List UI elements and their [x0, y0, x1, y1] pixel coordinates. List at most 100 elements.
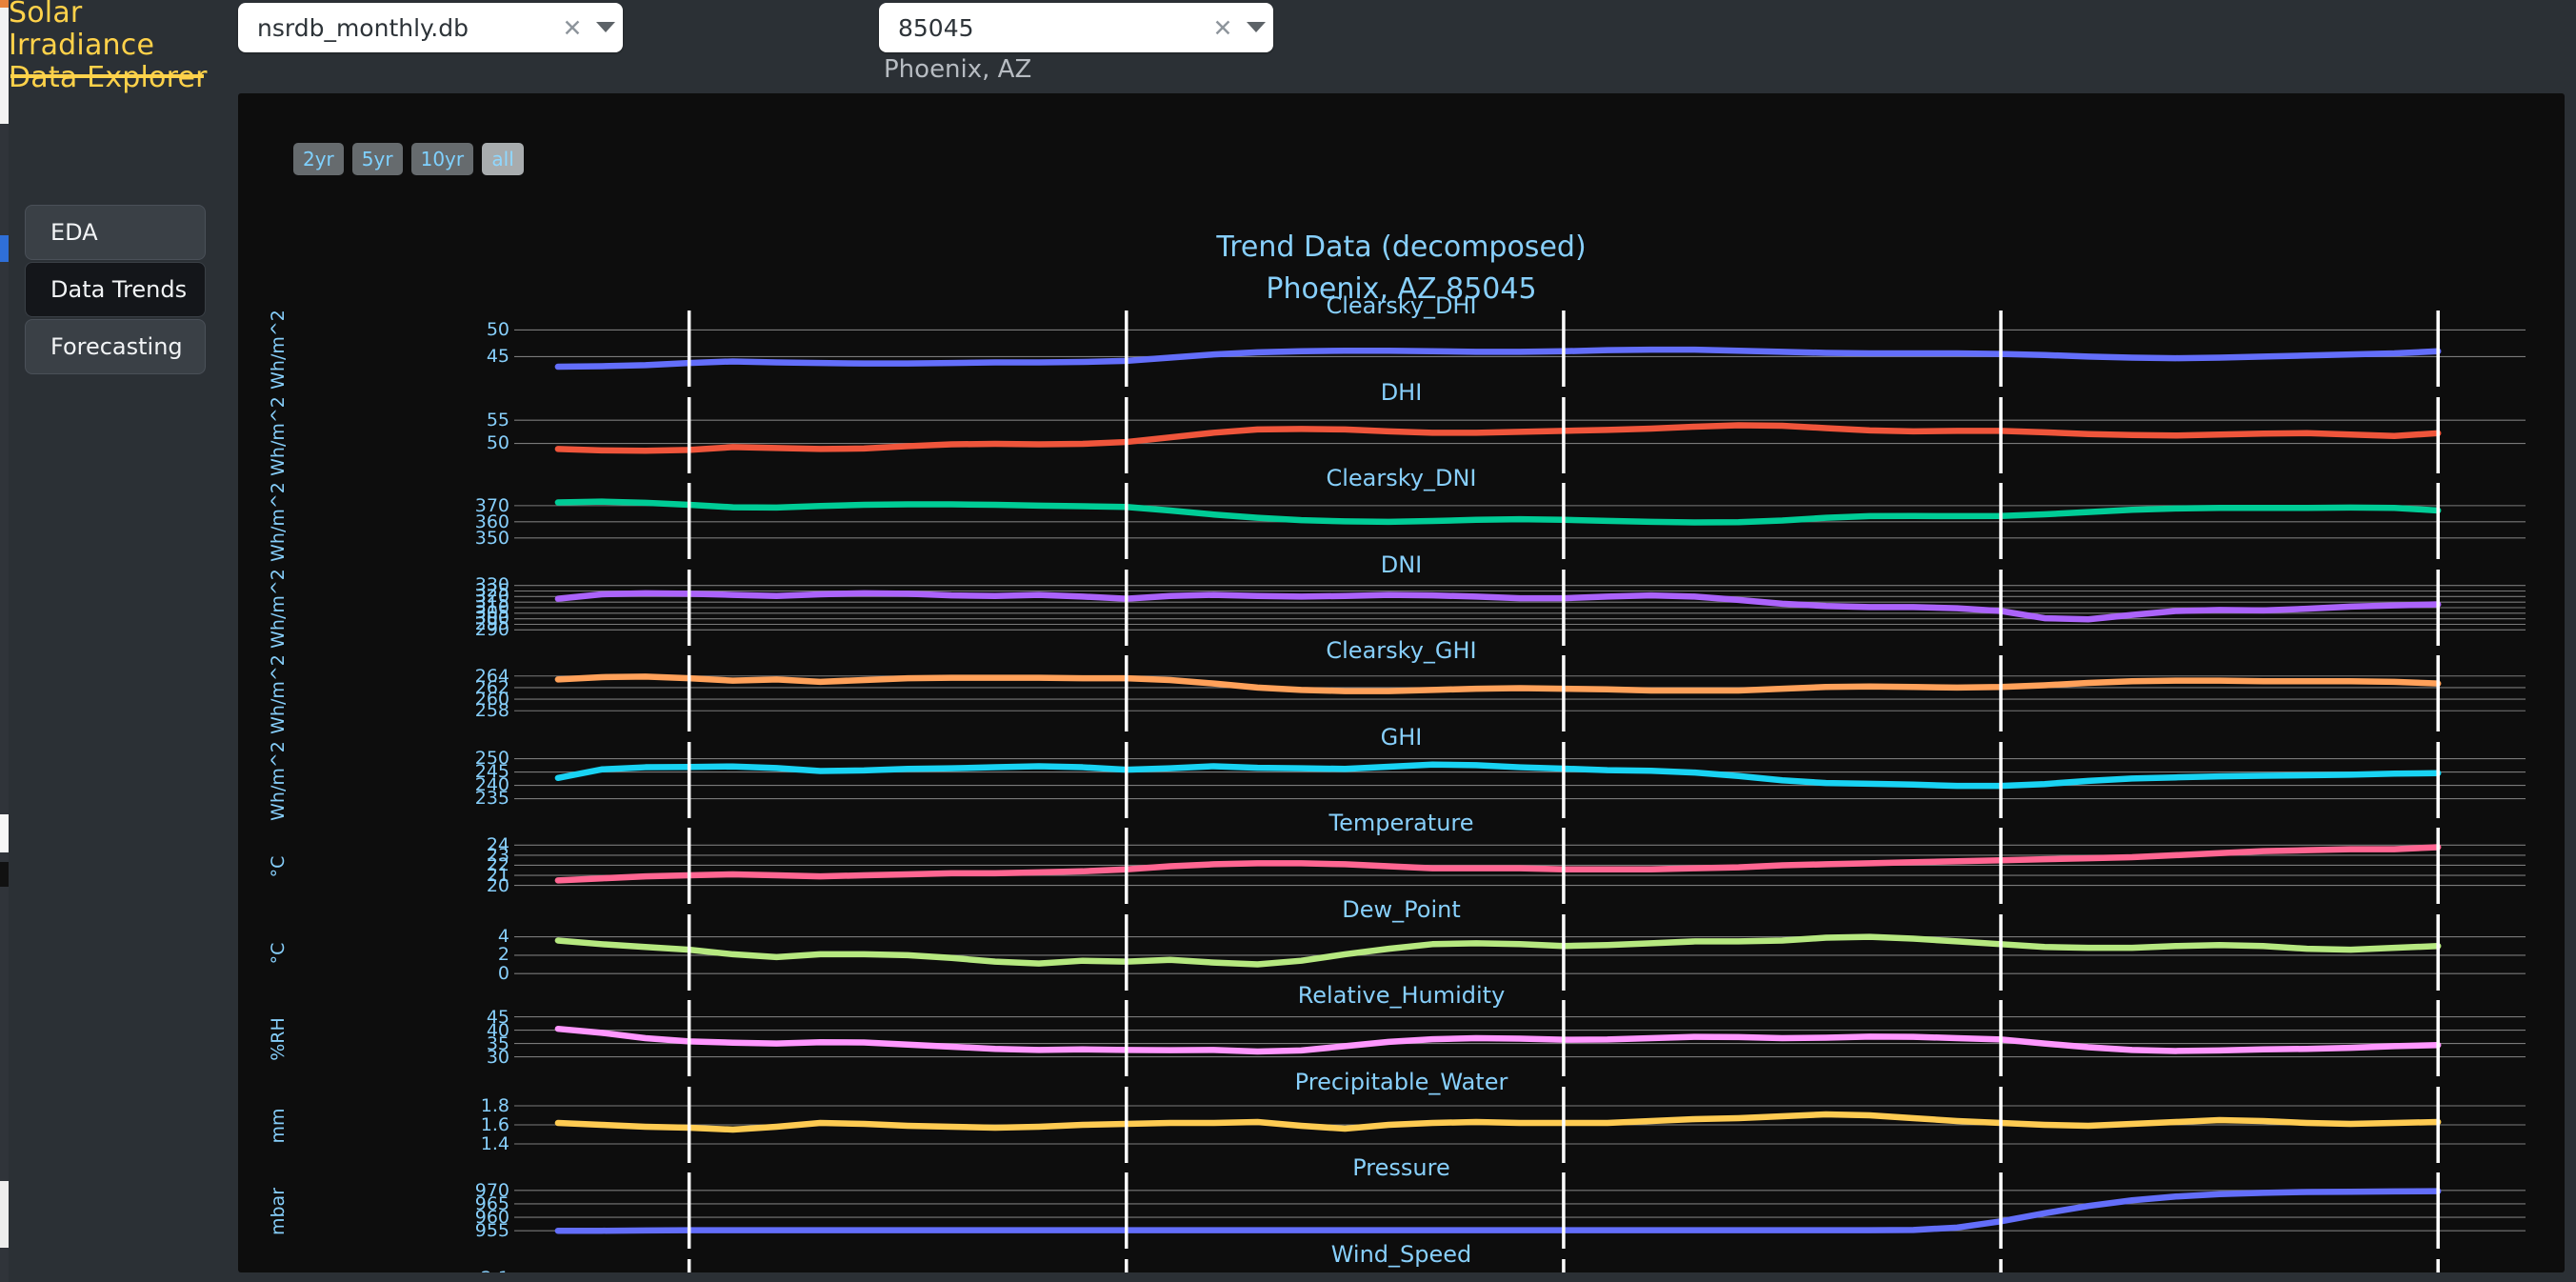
subplot-canvas [514, 569, 2526, 646]
ytick-label: 45 [486, 346, 509, 368]
subplot-stack: Clearsky_DHI Wh/m^2 45 50 DHI Wh/m^2 50 55 Clear… [238, 93, 2565, 1272]
ytick-label: 1.8 [480, 1094, 509, 1116]
app-brand: Solar Irradiance Data Explorer [9, 0, 213, 94]
subplot-dni: DNI Wh/m^2 290 295 300 305 310 315 320 325 330 [238, 551, 2565, 648]
sidebar-item-eda[interactable]: EDA [25, 205, 206, 260]
subplot-plot-area [514, 828, 2526, 904]
subplot-title: Clearsky_DHI [1326, 292, 1477, 319]
chevron-down-icon[interactable] [589, 22, 623, 33]
ytick-label: 330 [474, 574, 509, 596]
app-root: Solar Irradiance Data Explorer EDA Data T… [0, 0, 2576, 1282]
subplot-plot-area [514, 569, 2526, 646]
subplot-dhi: DHI Wh/m^2 50 55 [238, 378, 2565, 475]
brand-underline [10, 74, 204, 78]
trend-line [554, 1188, 2442, 1234]
brand-line-1: Solar Irradiance [9, 0, 155, 62]
subplot-plot-area [514, 655, 2526, 731]
trend-line [554, 1111, 2442, 1132]
database-dropdown[interactable]: nsrdb_monthly.db ✕ [238, 3, 623, 52]
ytick-label: 264 [474, 665, 509, 687]
ytick-label: 0 [497, 962, 509, 984]
subplot-canvas [514, 310, 2526, 387]
trend-line [554, 590, 2442, 622]
trend-line [554, 932, 2442, 968]
subplot-title: Pressure [1352, 1154, 1450, 1181]
subplot-ytick-column: 50 55 [238, 409, 509, 462]
sidebar-item-label: Forecasting [50, 333, 183, 360]
sidebar-item-label: EDA [50, 219, 98, 246]
subplot-ytick-column: 290 295 300 305 310 315 320 325 330 [238, 574, 509, 640]
ytick-label: 970 [474, 1179, 509, 1201]
subplot-wind_speed: Wind_Speed m/s1.81.922.1 [238, 1240, 2565, 1273]
subplot-plot-area [514, 483, 2526, 559]
subplot-dew_point: Dew_Point °C 0 2 4 [238, 897, 2565, 991]
subplot-ytick-column: 235 240 245 250 [238, 748, 509, 809]
subplot-ytick-column: 30 35 40 45 [238, 1007, 509, 1068]
ytick-label: 45 [486, 1006, 509, 1028]
subplot-ytick-column: 350 360 370 [238, 494, 509, 549]
trend-line [554, 421, 2442, 454]
zipcode-dropdown-value: 85045 [898, 13, 974, 42]
subplot-canvas [514, 1172, 2526, 1249]
location-label: Phoenix, AZ [884, 55, 1032, 84]
subplot-ytick-column: 258 260 262 264 [238, 665, 509, 722]
subplot-plot-area [514, 1000, 2526, 1076]
subplot-title: Relative_Humidity [1297, 982, 1506, 1009]
subplot-ytick-column: 024 [238, 926, 509, 984]
subplot-ytick-column: 1.4 1.6 1.8 [238, 1094, 509, 1154]
subplot-title: Precipitable_Water [1294, 1068, 1508, 1095]
subplot-relative_humidity: Relative_Humidity %RH 30 35 40 45 [238, 982, 2565, 1076]
subplot-ytick-column: 20 21 22 23 24 [238, 834, 509, 895]
subplot-axis-label: m/s [268, 1241, 289, 1273]
subplot-pressure: Pressure mbar 955 960 965 970 [238, 1154, 2565, 1249]
trend-line [554, 498, 2442, 526]
background-window-sliver [0, 0, 9, 1282]
subplot-ghi: GHI Wh/m^2 235 240 245 250 [238, 723, 2565, 820]
subplot-plot-area [514, 1086, 2526, 1163]
subplot-canvas [514, 655, 2526, 731]
ytick-label: 50 [486, 432, 509, 454]
close-icon[interactable]: ✕ [556, 16, 589, 40]
subplot-title: DNI [1380, 551, 1423, 578]
trend-line [554, 1025, 2442, 1055]
sidebar-nav: EDA Data Trends Forecasting [25, 205, 206, 376]
ytick-label: 250 [474, 748, 509, 770]
database-dropdown-value: nsrdb_monthly.db [257, 13, 469, 42]
subplot-canvas [514, 396, 2526, 473]
subplot-plot-area [514, 396, 2526, 473]
subplot-ytick-column: 1.81.922.1 [238, 1268, 509, 1272]
subplot-ytick-column: 45 50 [238, 319, 509, 375]
subplot-clearsky_dni: Clearsky_DNI Wh/m^2 350 360 370 [238, 465, 2565, 562]
subplot-title: Clearsky_DNI [1326, 465, 1477, 491]
subplot-title: Wind_Speed [1330, 1240, 1472, 1268]
subplot-title: DHI [1380, 378, 1423, 406]
subplot-title: Clearsky_GHI [1326, 637, 1477, 664]
ytick-label: 24 [486, 834, 509, 856]
trend-line [554, 673, 2442, 694]
ytick-label: 2.1 [481, 1268, 509, 1272]
subplot-plot-area [514, 310, 2526, 387]
chevron-down-icon[interactable] [1239, 22, 1273, 33]
ytick-label: 1.4 [480, 1132, 509, 1154]
ytick-label: 55 [486, 409, 509, 431]
subplot-canvas [514, 1258, 2526, 1272]
subplot-plot-area [514, 913, 2526, 991]
sidebar: Solar Irradiance Data Explorer EDA Data T… [9, 0, 238, 1282]
ytick-label: 4 [497, 926, 509, 948]
close-icon[interactable]: ✕ [1207, 16, 1239, 40]
subplot-canvas [514, 741, 2526, 818]
sidebar-item-label: Data Trends [50, 276, 188, 303]
sidebar-item-data-trends[interactable]: Data Trends [25, 262, 206, 317]
subplot-canvas [514, 1000, 2526, 1076]
subplot-plot-area [687, 1258, 2440, 1272]
ytick-label: 50 [486, 319, 509, 341]
subplot-title: GHI [1380, 723, 1423, 751]
subplot-precipitable_water: Precipitable_Water mm 1.4 1.6 1.8 [238, 1068, 2565, 1163]
ytick-label: 2 [497, 944, 509, 966]
sidebar-item-forecasting[interactable]: Forecasting [25, 319, 206, 374]
ytick-label: 1.6 [480, 1113, 509, 1135]
zipcode-dropdown[interactable]: 85045 ✕ [879, 3, 1273, 52]
subplot-plot-area [514, 741, 2526, 818]
subplot-clearsky_dhi: Clearsky_DHI Wh/m^2 45 50 [238, 292, 2565, 390]
subplot-clearsky_ghi: Clearsky_GHI Wh/m^2 258 260 262 264 [238, 637, 2565, 734]
